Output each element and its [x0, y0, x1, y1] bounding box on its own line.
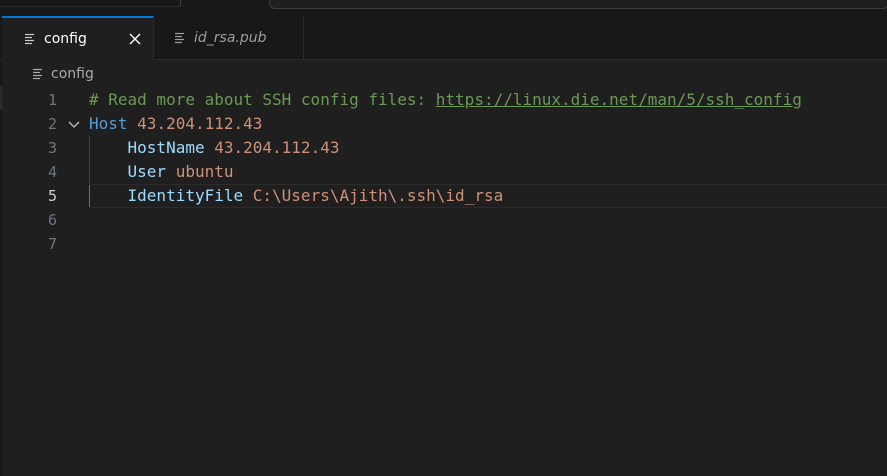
- code-line[interactable]: 7: [0, 232, 887, 256]
- hostname-key: HostName: [127, 138, 205, 157]
- tab-config[interactable]: config: [2, 16, 154, 60]
- line-number: 6: [47, 211, 57, 229]
- chevron-down-icon[interactable]: [67, 118, 81, 132]
- line-number: 1: [47, 91, 57, 109]
- tab-label: config: [44, 31, 87, 47]
- breadcrumb[interactable]: config: [0, 60, 887, 88]
- close-icon[interactable]: [126, 30, 144, 48]
- hostname-value: 43.204.112.43: [214, 138, 340, 157]
- file-lines-icon: [25, 33, 36, 45]
- vscode-window: config id_rsa.pub config 1 # Read more a…: [0, 0, 887, 476]
- editor-tab-bar: config id_rsa.pub: [0, 16, 887, 60]
- line-content[interactable]: HostName 43.204.112.43: [89, 136, 340, 160]
- line-content[interactable]: IdentityFile C:\Users\Ajith\.ssh\id_rsa: [89, 184, 504, 208]
- line-number: 4: [47, 163, 57, 181]
- line-content[interactable]: # Read more about SSH config files: http…: [89, 88, 802, 112]
- code-line[interactable]: 1 # Read more about SSH config files: ht…: [0, 88, 887, 112]
- title-bar-fragment: [0, 0, 181, 7]
- tab-id-rsa-pub[interactable]: id_rsa.pub: [154, 16, 304, 59]
- host-keyword: Host: [89, 114, 128, 133]
- identityfile-key: IdentityFile: [127, 186, 244, 205]
- comment-text: # Read more about SSH config files:: [89, 90, 436, 109]
- line-number: 3: [47, 139, 57, 157]
- breadcrumb-label: config: [51, 66, 94, 82]
- config-docs-link[interactable]: https://linux.die.net/man/5/ssh_config: [436, 90, 802, 109]
- line-number: 5: [47, 187, 57, 205]
- file-lines-icon: [175, 32, 186, 44]
- user-key: User: [127, 162, 167, 181]
- identityfile-value: C:\Users\Ajith\.ssh\id_rsa: [252, 186, 504, 205]
- line-content[interactable]: User ubuntu: [89, 160, 234, 184]
- line-number: 7: [47, 235, 57, 253]
- code-line-current[interactable]: 5 IdentityFile C:\Users\Ajith\.ssh\id_rs…: [0, 184, 887, 208]
- code-line[interactable]: 3 HostName 43.204.112.43: [0, 136, 887, 160]
- user-value: ubuntu: [175, 162, 234, 181]
- line-number: 2: [47, 115, 57, 133]
- code-line[interactable]: 4 User ubuntu: [0, 160, 887, 184]
- host-value: 43.204.112.43: [137, 114, 263, 133]
- tab-label: id_rsa.pub: [194, 29, 267, 46]
- line-content[interactable]: Host 43.204.112.43: [89, 112, 262, 136]
- code-line[interactable]: 2 Host 43.204.112.43: [0, 112, 887, 136]
- code-line[interactable]: 6: [0, 208, 887, 232]
- file-lines-icon: [33, 68, 44, 80]
- code-editor[interactable]: 1 # Read more about SSH config files: ht…: [0, 88, 887, 476]
- title-bar: [0, 0, 887, 16]
- command-center[interactable]: [269, 0, 887, 9]
